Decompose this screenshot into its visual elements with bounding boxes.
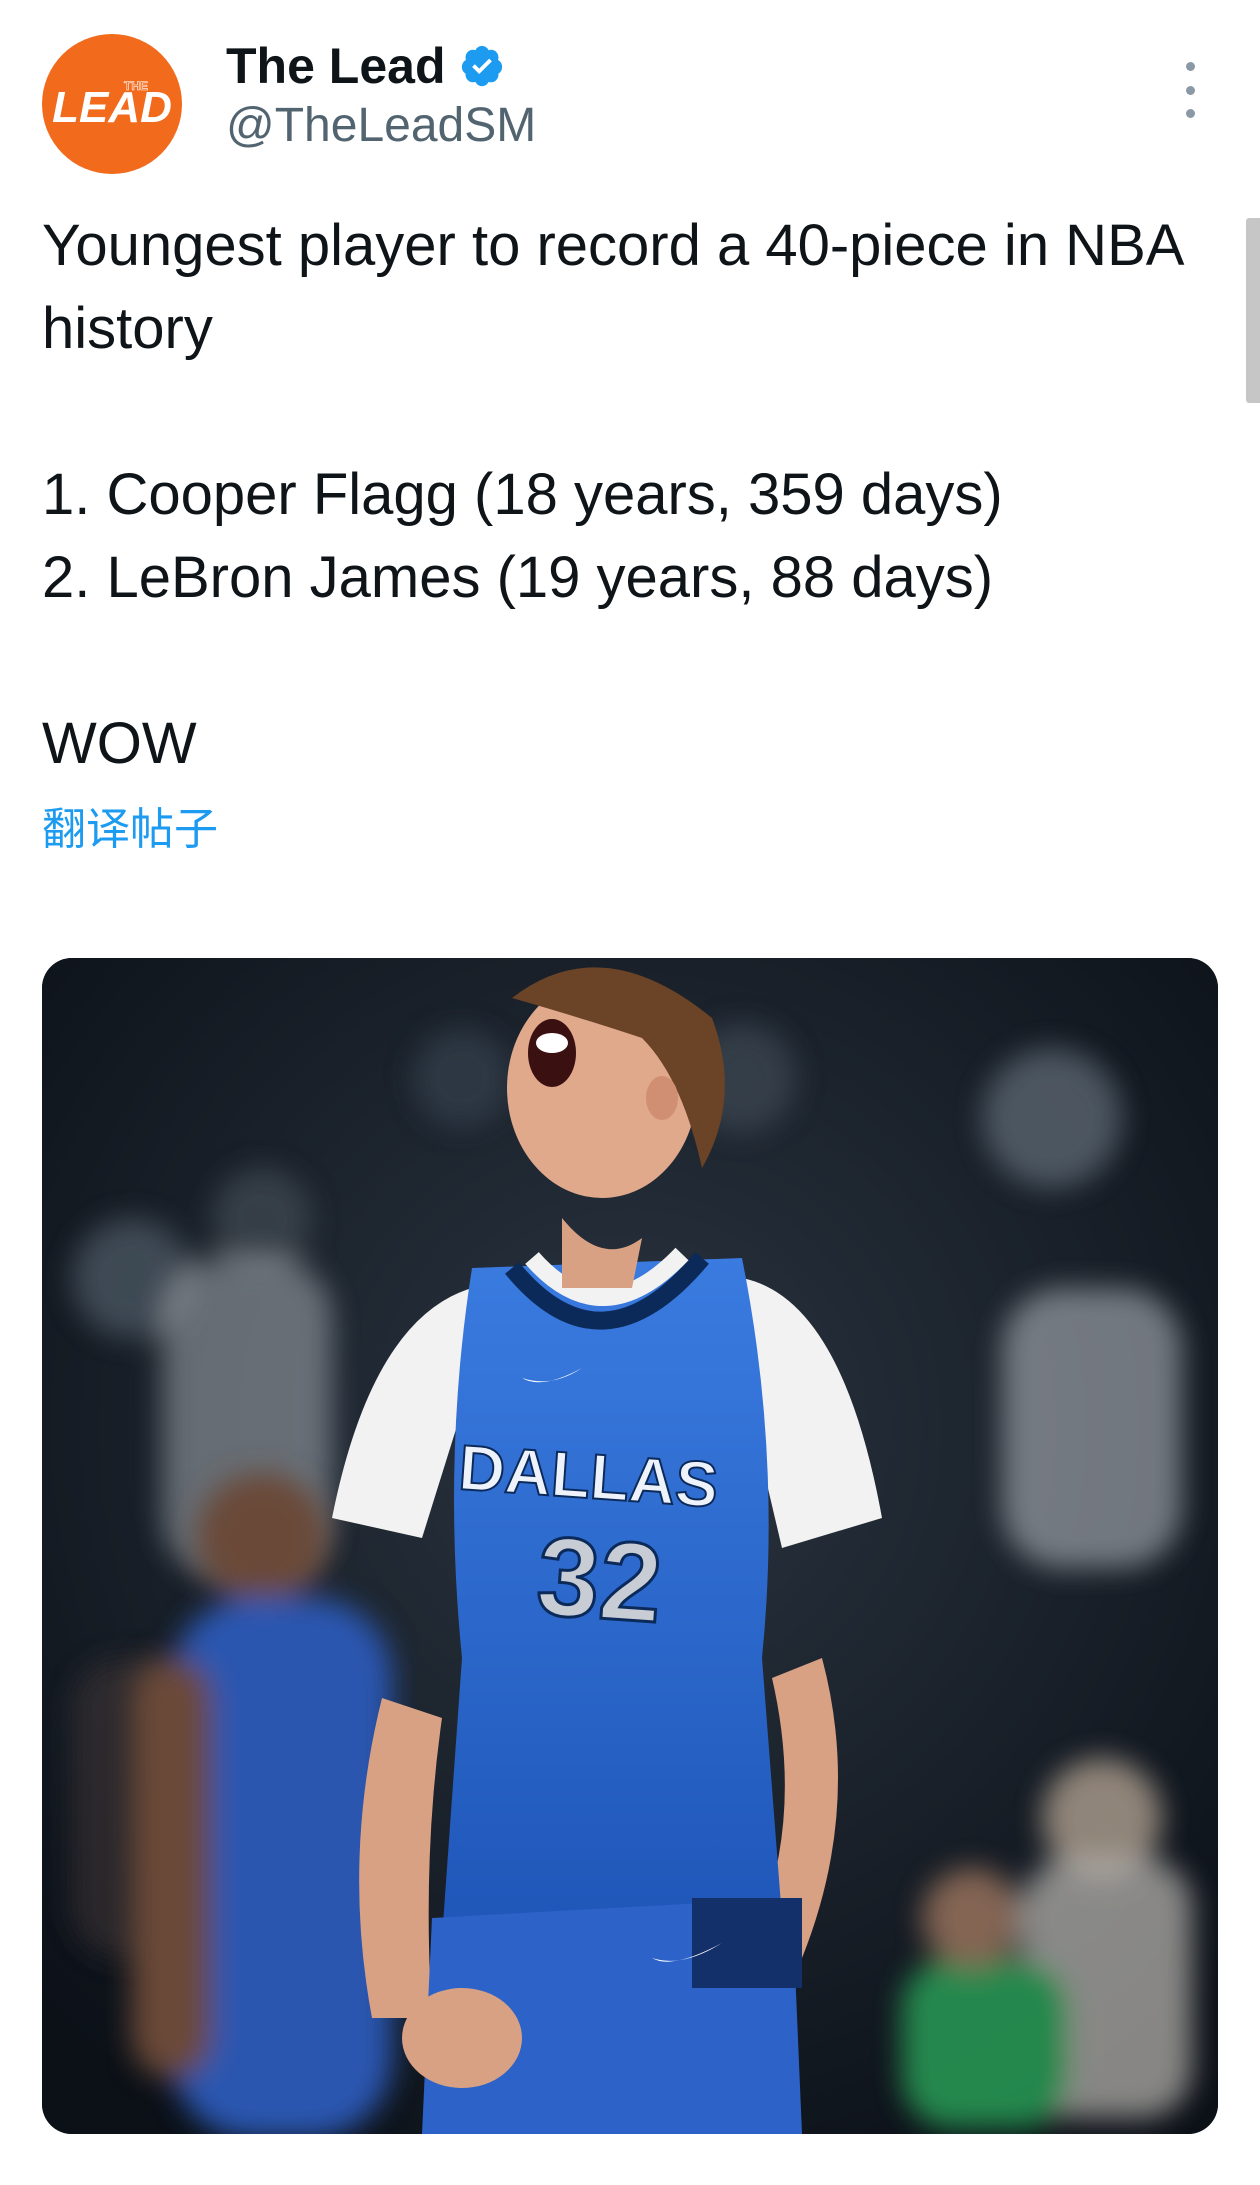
more-dot [1185, 109, 1195, 118]
translate-post-link[interactable]: 翻译帖子 [42, 808, 218, 852]
tweet-line-gap [42, 370, 1212, 453]
tweet-line: 1. Cooper Flagg (18 years, 359 days) [42, 462, 1003, 527]
tweet-page: LEAD THE The Lead @TheLeadSM Youngest pl… [0, 0, 1260, 2185]
scrollbar-thumb[interactable] [1246, 218, 1260, 403]
tweet-line: 2. LeBron James (19 years, 88 days) [42, 545, 994, 610]
tweet-line-gap [42, 619, 1212, 702]
the-lead-logo-icon: LEAD THE [52, 79, 172, 132]
verified-badge-icon [462, 45, 503, 87]
more-options-icon[interactable] [1176, 62, 1204, 118]
tweet-text: Youngest player to record a 40-piece in … [42, 204, 1212, 785]
more-dot [1185, 85, 1195, 95]
logo-small-text: THE [124, 79, 148, 93]
jersey-number-text: 32 [533, 1513, 666, 1646]
tweet-line: WOW [42, 711, 197, 776]
author-avatar[interactable]: LEAD THE [42, 34, 182, 174]
tweet-media-photo[interactable]: DALLAS 32 [42, 958, 1218, 2134]
author-name-row: The Lead [226, 34, 505, 98]
author-display-name[interactable]: The Lead [226, 41, 445, 91]
logo-main-text: LEAD [52, 83, 172, 132]
tweet-line: Youngest player to record a 40-piece in … [42, 213, 1182, 361]
more-dot [1185, 62, 1195, 71]
author-handle[interactable]: @TheLeadSM [226, 102, 536, 150]
player-celebration-image: DALLAS 32 [42, 958, 1218, 2134]
